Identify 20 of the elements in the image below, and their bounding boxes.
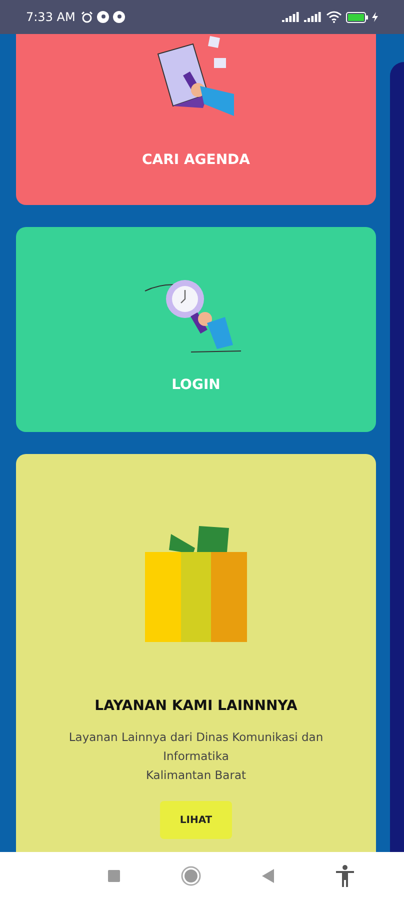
signal-icon	[304, 12, 322, 22]
alarm-icon	[81, 11, 94, 23]
card-title: CARI AGENDA	[142, 152, 250, 168]
app-notification-icon	[97, 11, 110, 23]
charging-icon	[372, 12, 378, 22]
wifi-icon	[326, 11, 342, 23]
agenda-card[interactable]: CARI AGENDA	[16, 34, 376, 205]
app-notification-icon	[113, 11, 126, 23]
battery-icon	[346, 12, 368, 22]
accessibility-icon[interactable]	[336, 865, 354, 887]
signal-icon	[282, 12, 300, 22]
card-title: LOGIN	[172, 377, 220, 393]
status-time: 7:33 AM	[26, 10, 76, 24]
login-card[interactable]: LOGIN	[16, 227, 376, 432]
card-title: LAYANAN KAMI LAINNNYA	[94, 698, 298, 714]
back-icon[interactable]	[262, 869, 274, 883]
home-icon[interactable]	[180, 866, 201, 886]
view-button[interactable]: LIHAT	[160, 801, 232, 839]
card-description: Layanan Lainnya dari Dinas Komunikasi dan Informatika Kalimantan Barat	[68, 729, 324, 784]
recents-icon[interactable]	[108, 870, 120, 882]
